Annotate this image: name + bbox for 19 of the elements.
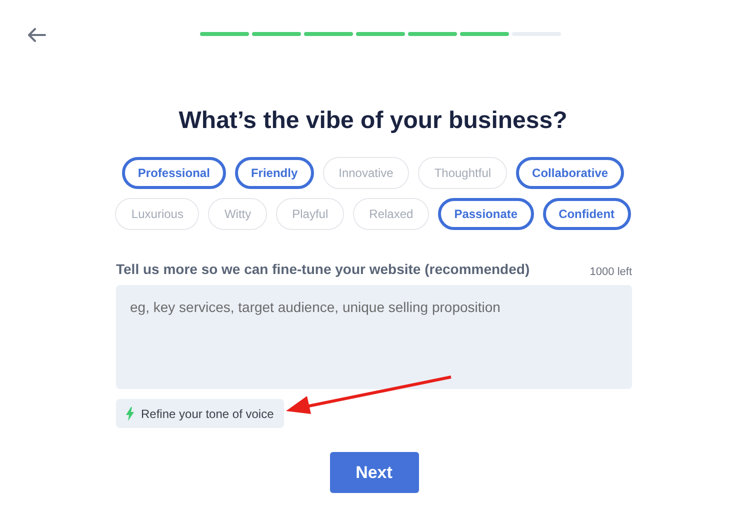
tone-chip[interactable]: Playful [276,198,344,230]
tone-chip[interactable]: Passionate [438,198,534,230]
back-arrow-icon[interactable] [28,28,46,42]
tone-chip[interactable]: Witty [208,198,268,230]
details-textarea[interactable]: eg, key services, target audience, unique selling proposition [116,285,632,389]
tone-chip[interactable]: Thoughtful [418,157,508,189]
tone-chip[interactable]: Relaxed [353,198,430,230]
character-counter: 1000 left [590,264,632,280]
tone-chip[interactable]: Collaborative [516,157,624,189]
tone-chip[interactable]: Innovative [322,157,410,189]
tone-chip[interactable]: Friendly [234,157,314,189]
tone-chip[interactable]: Confident [542,198,631,230]
field-label: Tell us more so we can fine-tune your website (recommended) [116,260,530,279]
page-title: What’s the vibe of your business? [178,106,568,136]
tone-chip[interactable]: Professional [122,157,226,189]
tone-chip[interactable]: Luxurious [115,198,200,230]
refine-tone-button[interactable]: Refine your tone of voice [116,399,284,428]
lightning-icon [126,406,134,420]
next-button[interactable]: Next [330,452,418,493]
